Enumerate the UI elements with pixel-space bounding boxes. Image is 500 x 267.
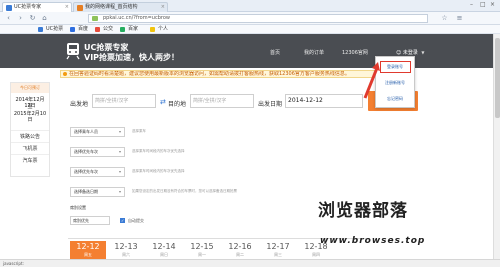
chevron-down-icon: ▼: [421, 50, 425, 55]
seat-preference-label: 席别设置: [70, 205, 86, 210]
warning-icon: [63, 72, 67, 76]
url-input[interactable]: ppkai.uc.cn/?from=ucbrow: [88, 14, 428, 23]
back-icon[interactable]: ‹: [4, 14, 13, 23]
bookmark-icon: [150, 27, 155, 32]
date-label: 出发日期: [258, 101, 283, 108]
favorites-icon[interactable]: ☆: [440, 14, 449, 23]
bookmark-item[interactable]: 公交: [95, 26, 113, 33]
select-passengers[interactable]: 选择乘车人员 ▾: [70, 127, 125, 137]
sidebar-link-railway-notice[interactable]: 铁路公告: [11, 130, 49, 142]
tab-label: UC抢票专家: [14, 4, 42, 10]
chevron-down-icon: ▾: [118, 129, 121, 134]
bookmark-icon: [120, 27, 125, 32]
site-header: UC抢票专家 VIP抢票加速，快人两步！ 首页 我的订单 12306官网 ☺ 未…: [0, 34, 500, 68]
reload-icon[interactable]: ↻: [28, 14, 37, 23]
sidebar-date-line: 至: [27, 104, 33, 110]
course-favicon-icon: [77, 5, 83, 11]
to-label: 目的地: [168, 101, 187, 108]
from-station-input[interactable]: 简拼/全拼/汉字: [92, 94, 156, 108]
uc-favicon-icon: [6, 5, 12, 11]
watermark-url: www.browses.top: [320, 236, 426, 246]
option-hint: 选择乘车时间段内的车次优先选择: [132, 169, 185, 173]
notice-text: 在回答验证码时看清楚题，建议您使用最新版本的浏览器访问，如需帮助请拨打客服热线，…: [69, 71, 350, 77]
tab-label: 我的网络课程_首页结构: [85, 4, 138, 10]
login-dropdown: 登录账号 注册新账号 忘记密码: [375, 56, 415, 108]
nav-my-orders[interactable]: 我的订单: [304, 49, 324, 56]
from-label: 出发地: [70, 101, 89, 108]
nav-home[interactable]: 首页: [270, 49, 280, 56]
dropdown-register[interactable]: 注册新账号: [376, 78, 414, 88]
close-tab-icon[interactable]: ×: [65, 3, 69, 12]
bookmark-icon: [38, 27, 43, 32]
browser-tab-bar: UC抢票专家 × 我的网络课程_首页结构 × – □ ×: [0, 0, 500, 12]
select-backup-date[interactable]: 选择备选日期 ▾: [70, 187, 125, 197]
notice-bar: 在回答验证码时看清楚题，建议您使用最新版本的浏览器访问，如需帮助请拨打客服热线，…: [60, 70, 390, 78]
maximize-icon[interactable]: □: [480, 1, 486, 8]
chevron-down-icon: ▾: [118, 169, 121, 174]
minimize-icon[interactable]: –: [470, 1, 473, 8]
watermark-title: 浏览器部落: [318, 201, 408, 221]
tab-uc-ticket[interactable]: UC抢票专家 ×: [2, 2, 72, 12]
close-tab-icon[interactable]: ×: [161, 3, 165, 12]
bookmark-item[interactable]: 百度: [70, 26, 88, 33]
bookmark-item[interactable]: 个人: [150, 26, 168, 33]
tab-course[interactable]: 我的网络课程_首页结构 ×: [73, 2, 168, 12]
menu-icon[interactable]: ≡: [455, 14, 464, 23]
to-station-input[interactable]: 简拼/全拼/汉字: [190, 94, 254, 108]
select-priority-train[interactable]: 选择优先车次 ▾: [70, 147, 125, 157]
option-hint: 如果您设定的出发日期没有符合的车票时，您可以选择备选日期抢票: [132, 189, 237, 193]
seat-preference-select[interactable]: 席别优先: [70, 216, 110, 225]
sidebar-link-bus[interactable]: 汽车票: [11, 154, 49, 166]
bookmark-icon: [70, 27, 75, 32]
sidebar-link-flights[interactable]: 飞机票: [11, 142, 49, 154]
home-icon[interactable]: ⌂: [40, 14, 49, 23]
sidebar-date-line: 2015年2月10日: [13, 111, 47, 123]
sidebar: 今日可预订 2014年12月12日 至 2015年2月10日 铁路公告 飞机票 …: [10, 82, 50, 177]
select-priority-seat[interactable]: 选择优先车次 ▾: [70, 167, 125, 177]
forward-icon[interactable]: ›: [16, 14, 25, 23]
option-hint: 选择乘车时间段内的车次优先选择: [132, 149, 185, 153]
close-window-icon[interactable]: ×: [490, 1, 495, 8]
dropdown-forgot-password[interactable]: 忘记密码: [376, 94, 414, 104]
site-security-icon: [92, 16, 98, 21]
url-text: ppkai.uc.cn/?from=ucbrow: [103, 15, 170, 21]
auto-submit-checkbox[interactable]: ✓: [120, 218, 125, 223]
chevron-down-icon: ▾: [118, 189, 121, 194]
dropdown-login[interactable]: 登录账号: [376, 62, 414, 72]
scrollbar-thumb[interactable]: [495, 38, 500, 118]
status-bar: javascript:: [0, 259, 500, 267]
scrollbar[interactable]: [493, 34, 500, 259]
departure-date-input[interactable]: 2014-12-12: [285, 94, 363, 108]
bookmark-item[interactable]: 百家: [120, 26, 138, 33]
swap-stations-icon[interactable]: ⇄: [160, 98, 166, 106]
nav-12306[interactable]: 12306官网: [342, 49, 368, 56]
sidebar-head: 今日可预订: [11, 83, 49, 93]
train-logo-icon: [66, 43, 80, 60]
red-arrow-icon: [363, 62, 380, 99]
site-subtitle: VIP抢票加速，快人两步！: [84, 53, 180, 62]
auto-submit-label: 自动提交: [128, 218, 144, 223]
address-bar: ‹ › ↻ ⌂ ppkai.uc.cn/?from=ucbrow ☆ ≡: [0, 12, 500, 25]
chevron-down-icon: ▾: [118, 149, 121, 154]
bookmark-icon: [95, 27, 100, 32]
bookmark-item[interactable]: UC抢票: [38, 26, 63, 33]
login-menu[interactable]: ☺ 未登录 ▼: [396, 49, 425, 56]
option-hint: 选择乘车: [132, 129, 146, 133]
bookmarks-bar: UC抢票 百度 公交 百家 个人: [0, 25, 500, 34]
